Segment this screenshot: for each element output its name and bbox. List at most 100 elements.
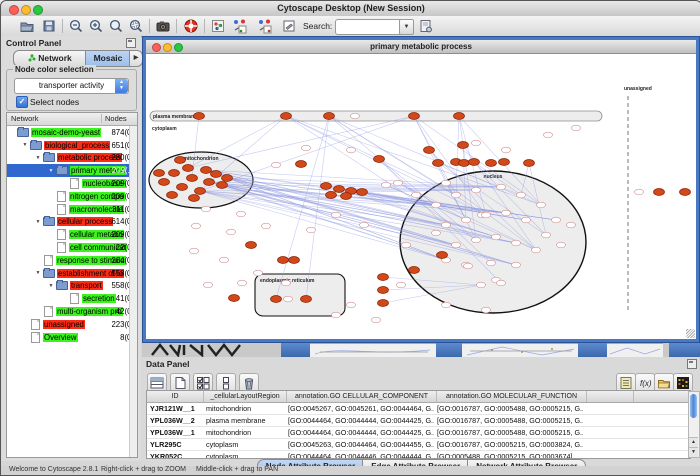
network-node-unselected[interactable] [190, 248, 199, 254]
zoom-out-icon[interactable] [68, 18, 84, 34]
vizmapper-icon[interactable] [210, 18, 226, 34]
network-node-unselected[interactable] [517, 192, 526, 198]
table-row-ypl036w-2[interactable]: YPL036W__2plasma membrane[GO:0044464, GO… [147, 415, 690, 427]
save-session-icon[interactable] [41, 18, 57, 34]
network-node-transporter[interactable] [654, 189, 665, 196]
tree-row-biological-process[interactable]: ▼biological_process651(0) [7, 139, 137, 152]
tree-row-response-to-stimulu[interactable]: response to stimulu264(0) [7, 254, 137, 267]
network-node-transporter[interactable] [321, 183, 332, 190]
tree-expand-arrow[interactable]: ▼ [20, 142, 30, 148]
network-node-transporter[interactable] [378, 287, 389, 294]
tree-expand-arrow[interactable]: ▼ [33, 155, 43, 161]
network-node-unselected[interactable] [282, 280, 291, 286]
network-node-transporter[interactable] [217, 182, 228, 189]
tree-expand-arrow[interactable]: ▼ [46, 283, 56, 289]
tree-row-cell-communicat[interactable]: cell communicat22(0) [7, 241, 137, 254]
network-node-unselected[interactable] [442, 222, 451, 228]
network-node-unselected[interactable] [402, 242, 411, 248]
network-node-unselected[interactable] [482, 212, 491, 218]
network-node-transporter[interactable] [301, 296, 312, 303]
network-node-transporter[interactable] [194, 113, 205, 120]
network-node-transporter[interactable] [169, 170, 180, 177]
network-node-unselected[interactable] [522, 217, 531, 223]
network-node-transporter[interactable] [271, 296, 282, 303]
background-window-thumb[interactable] [607, 343, 663, 357]
network-node-unselected[interactable] [192, 223, 201, 229]
network-node-transporter[interactable] [341, 193, 352, 200]
background-window-edge[interactable] [578, 343, 607, 357]
network-node-unselected[interactable] [284, 296, 293, 302]
data-panel-float-icon[interactable] [687, 359, 697, 369]
tree-row-cellular-metabo[interactable]: cellular metabo209(0) [7, 228, 137, 241]
network-node-transporter[interactable] [229, 295, 240, 302]
network-node-unselected[interactable] [204, 282, 213, 288]
network-node-transporter[interactable] [154, 170, 165, 177]
network-node-transporter[interactable] [334, 186, 345, 193]
apply-layout-2-icon[interactable] [257, 18, 273, 34]
background-window-thumb[interactable] [310, 343, 436, 357]
network-node-unselected[interactable] [360, 222, 369, 228]
network-node-transporter[interactable] [167, 192, 178, 199]
network-node-unselected[interactable] [307, 227, 316, 233]
network-node-unselected[interactable] [502, 210, 511, 216]
network-node-transporter[interactable] [433, 160, 444, 167]
resize-grip-icon[interactable] [686, 329, 695, 338]
network-node-unselected[interactable] [472, 140, 481, 146]
network-node-transporter[interactable] [246, 242, 257, 249]
network-node-unselected[interactable] [332, 312, 341, 318]
network-node-transporter[interactable] [524, 160, 535, 167]
network-node-unselected[interactable] [462, 217, 471, 223]
network-node-unselected[interactable] [442, 302, 451, 308]
network-node-transporter[interactable] [499, 159, 510, 166]
network-node-unselected[interactable] [572, 125, 581, 131]
network-node-unselected[interactable] [237, 211, 246, 217]
network-node-transporter[interactable] [458, 142, 469, 149]
network-node-unselected[interactable] [502, 147, 511, 153]
network-node-unselected[interactable] [552, 217, 561, 223]
network-node-unselected[interactable] [412, 192, 421, 198]
zoom-selected-icon[interactable] [128, 18, 144, 34]
network-node-transporter[interactable] [378, 274, 389, 281]
network-node-unselected[interactable] [464, 263, 473, 269]
network-node-unselected[interactable] [497, 280, 506, 286]
table-column-empty[interactable] [587, 391, 634, 402]
network-node-transporter[interactable] [486, 160, 497, 167]
table-row-ylr295c[interactable]: YLR295Ccytoplasm[GO:0045263, GO:0044464,… [147, 439, 690, 451]
network-node-unselected[interactable] [238, 280, 247, 286]
network-node-transporter[interactable] [424, 147, 435, 154]
network-node-transporter[interactable] [278, 257, 289, 264]
network-node-unselected[interactable] [262, 223, 271, 229]
network-node-unselected[interactable] [382, 182, 391, 188]
search-dropdown-arrow[interactable]: ▼ [399, 19, 414, 35]
network-node-unselected[interactable] [542, 232, 551, 238]
tree-scrollbar[interactable] [129, 126, 137, 457]
network-node-transporter[interactable] [374, 156, 385, 163]
network-view-titlebar[interactable]: primary metabolic process [146, 40, 696, 54]
tree-expand-arrow[interactable]: ▼ [46, 168, 56, 174]
tree-row-multi-organism-pro[interactable]: multi-organism pro42(0) [7, 305, 137, 318]
network-node-unselected[interactable] [482, 307, 491, 313]
network-node-transporter[interactable] [211, 171, 222, 178]
snapshot-camera-icon[interactable] [155, 18, 171, 34]
scroll-up-arrow[interactable]: ▲ [689, 437, 698, 447]
search-input[interactable] [335, 19, 403, 35]
tree-expand-arrow[interactable]: ▼ [33, 270, 43, 276]
help-lifesaver-icon[interactable] [183, 18, 199, 34]
annotation-icon[interactable] [281, 18, 297, 34]
tree-row-primary-metabo[interactable]: ▼primary metabo209(... [7, 164, 137, 177]
network-node-transporter[interactable] [409, 267, 420, 274]
control-panel-float-icon[interactable] [126, 38, 136, 48]
network-node-unselected[interactable] [512, 262, 521, 268]
network-node-unselected[interactable] [347, 302, 356, 308]
network-node-unselected[interactable] [532, 247, 541, 253]
network-node-transporter[interactable] [324, 113, 335, 120]
network-node-transporter[interactable] [175, 157, 186, 164]
tree-row-secretion[interactable]: secretion41(0) [7, 292, 137, 305]
table-vertical-scrollbar[interactable]: ▲ ▼ [688, 391, 700, 458]
network-node-transporter[interactable] [159, 179, 170, 186]
network-node-unselected[interactable] [492, 234, 501, 240]
network-node-transporter[interactable] [409, 113, 420, 120]
search-options-icon[interactable] [418, 18, 434, 34]
network-node-unselected[interactable] [332, 212, 341, 218]
network-node-unselected[interactable] [432, 202, 441, 208]
